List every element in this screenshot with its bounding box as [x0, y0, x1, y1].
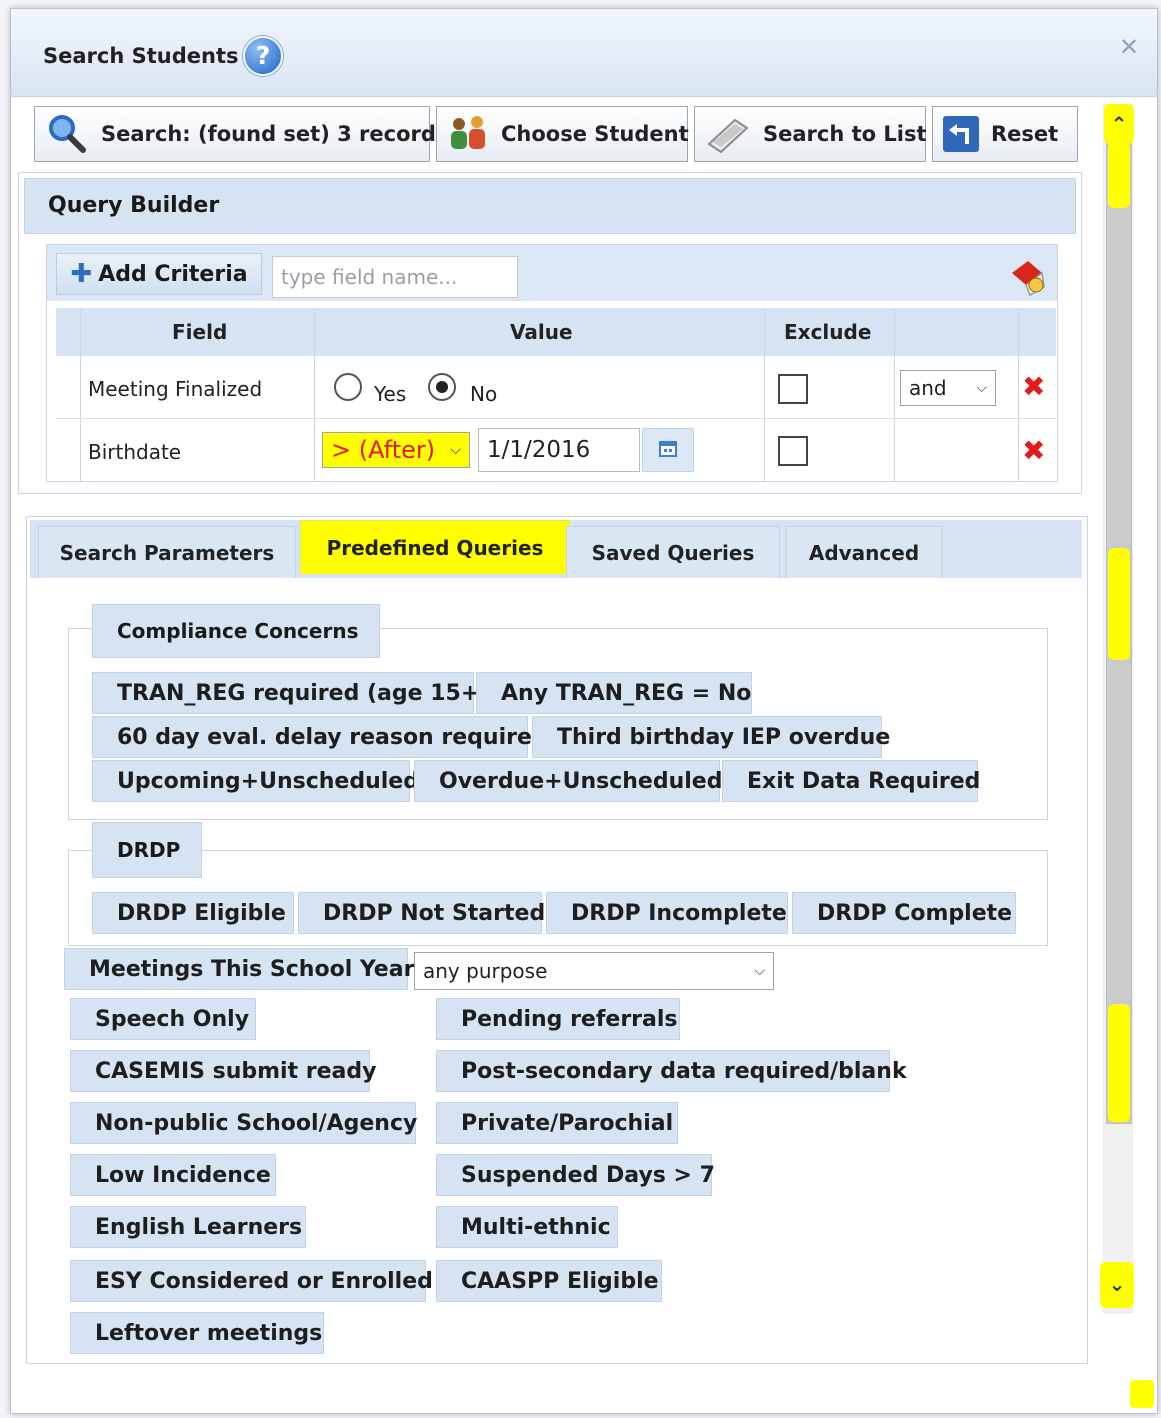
query-button[interactable]: Third birthday IEP overdue [532, 716, 890, 758]
tab-predefined-queries[interactable]: Predefined Queries [300, 520, 570, 574]
column-header-value: Value [510, 320, 573, 344]
query-button[interactable]: Overdue+Unscheduled [414, 760, 722, 802]
eraser-icon[interactable] [1008, 257, 1048, 301]
close-icon[interactable]: ✕ [1119, 33, 1139, 61]
chevron-up-icon: ⌃ [1110, 112, 1128, 136]
chevron-down-icon: ⌵ [450, 442, 461, 458]
query-button[interactable]: Multi-ethnic [436, 1206, 618, 1248]
tab-advanced[interactable]: Advanced [786, 526, 942, 578]
query-button[interactable]: CAASPP Eligible [436, 1260, 662, 1302]
calendar-button[interactable] [642, 428, 694, 472]
query-button[interactable]: Speech Only [70, 998, 256, 1040]
query-button[interactable]: Any TRAN_REG = No [476, 672, 752, 714]
radio-yes-label: Yes [374, 382, 407, 406]
query-button[interactable]: Leftover meetings [70, 1312, 324, 1354]
query-button[interactable]: Low Incidence [70, 1154, 276, 1196]
exclude-checkbox[interactable] [778, 436, 808, 466]
reset-label: Reset [991, 122, 1059, 146]
query-button[interactable]: Exit Data Required [722, 760, 980, 802]
meeting-purpose-select[interactable]: any purpose ⌵ [414, 952, 774, 990]
search-to-list-label: Search to List [763, 122, 927, 146]
radio-no[interactable] [428, 373, 456, 401]
chevron-down-icon: ⌵ [976, 380, 987, 396]
query-button[interactable]: Private/Parochial [436, 1102, 678, 1144]
query-button[interactable]: Post-secondary data required/blank [436, 1050, 907, 1092]
date-value: 1/1/2016 [487, 437, 591, 463]
query-button[interactable]: Suspended Days > 7 [436, 1154, 715, 1196]
operator-value: > (After) [331, 436, 436, 464]
highlight-mark [1108, 1004, 1130, 1122]
query-button[interactable]: CASEMIS submit ready [70, 1050, 376, 1092]
query-button[interactable]: English Learners [70, 1206, 306, 1248]
compliance-legend: Compliance Concerns [92, 604, 380, 658]
people-icon [447, 114, 493, 154]
plus-icon: ✚ [70, 259, 93, 289]
query-button[interactable]: Upcoming+Unscheduled [92, 760, 419, 802]
search-button-label: Search: (found set) 3 records [101, 122, 449, 146]
radio-yes[interactable] [334, 373, 362, 401]
search-to-list-button[interactable]: Search to List [694, 106, 927, 162]
query-button[interactable]: Pending referrals [436, 998, 680, 1040]
meeting-purpose-value: any purpose [423, 959, 548, 983]
reset-button[interactable]: Reset [932, 106, 1078, 162]
meetings-this-school-year-button[interactable]: Meetings This School Year [64, 948, 414, 990]
query-button[interactable]: Non-public School/Agency [70, 1102, 417, 1144]
return-arrow-icon [943, 116, 979, 152]
date-input[interactable]: 1/1/2016 [478, 428, 640, 472]
add-criteria-button[interactable]: ✚ Add Criteria [56, 253, 262, 295]
query-button[interactable]: DRDP Complete [792, 892, 1016, 934]
query-button[interactable]: ESY Considered or Enrolled [70, 1260, 433, 1302]
query-button[interactable]: DRDP Incomplete [546, 892, 788, 934]
delete-icon[interactable]: ✖ [1022, 370, 1045, 403]
chevron-down-icon: ⌄ [1108, 1272, 1126, 1296]
drdp-legend: DRDP [92, 822, 202, 878]
choose-student-button[interactable]: Choose Student [436, 106, 689, 162]
query-button[interactable]: TRAN_REG required (age 15+) [92, 672, 489, 714]
field-cell: Meeting Finalized [88, 377, 263, 401]
dialog-title: Search Students [43, 44, 239, 68]
delete-icon[interactable]: ✖ [1022, 434, 1045, 467]
column-header-field: Field [172, 320, 228, 344]
calendar-icon [658, 438, 678, 462]
clipboard-icon [705, 114, 751, 154]
highlight-mark [1108, 142, 1130, 208]
tab-saved-queries[interactable]: Saved Queries [566, 526, 780, 578]
highlight-mark [1108, 548, 1130, 660]
query-builder-title: Query Builder [48, 193, 220, 218]
query-button[interactable]: 60 day eval. delay reason required [92, 716, 548, 758]
operator-select[interactable]: > (After) ⌵ [322, 432, 470, 468]
resize-grip-icon[interactable] [1130, 1380, 1154, 1408]
add-criteria-label: Add Criteria [98, 261, 248, 287]
field-name-input[interactable] [272, 256, 518, 298]
magnifier-icon [45, 112, 89, 156]
query-button[interactable]: DRDP Not Started [298, 892, 545, 934]
search-button[interactable]: Search: (found set) 3 records [34, 106, 448, 162]
tab-search-parameters[interactable]: Search Parameters [38, 526, 296, 578]
question-circle-icon[interactable]: ? [243, 36, 283, 76]
field-cell: Birthdate [88, 440, 182, 464]
choose-student-label: Choose Student [501, 122, 689, 146]
query-button[interactable]: DRDP Eligible [92, 892, 294, 934]
radio-no-label: No [470, 382, 498, 406]
exclude-checkbox[interactable] [778, 374, 808, 404]
column-header-exclude: Exclude [784, 320, 872, 344]
conjunction-select[interactable]: and ⌵ [900, 370, 996, 406]
conjunction-value: and [909, 376, 947, 400]
chevron-down-icon: ⌵ [754, 963, 765, 979]
